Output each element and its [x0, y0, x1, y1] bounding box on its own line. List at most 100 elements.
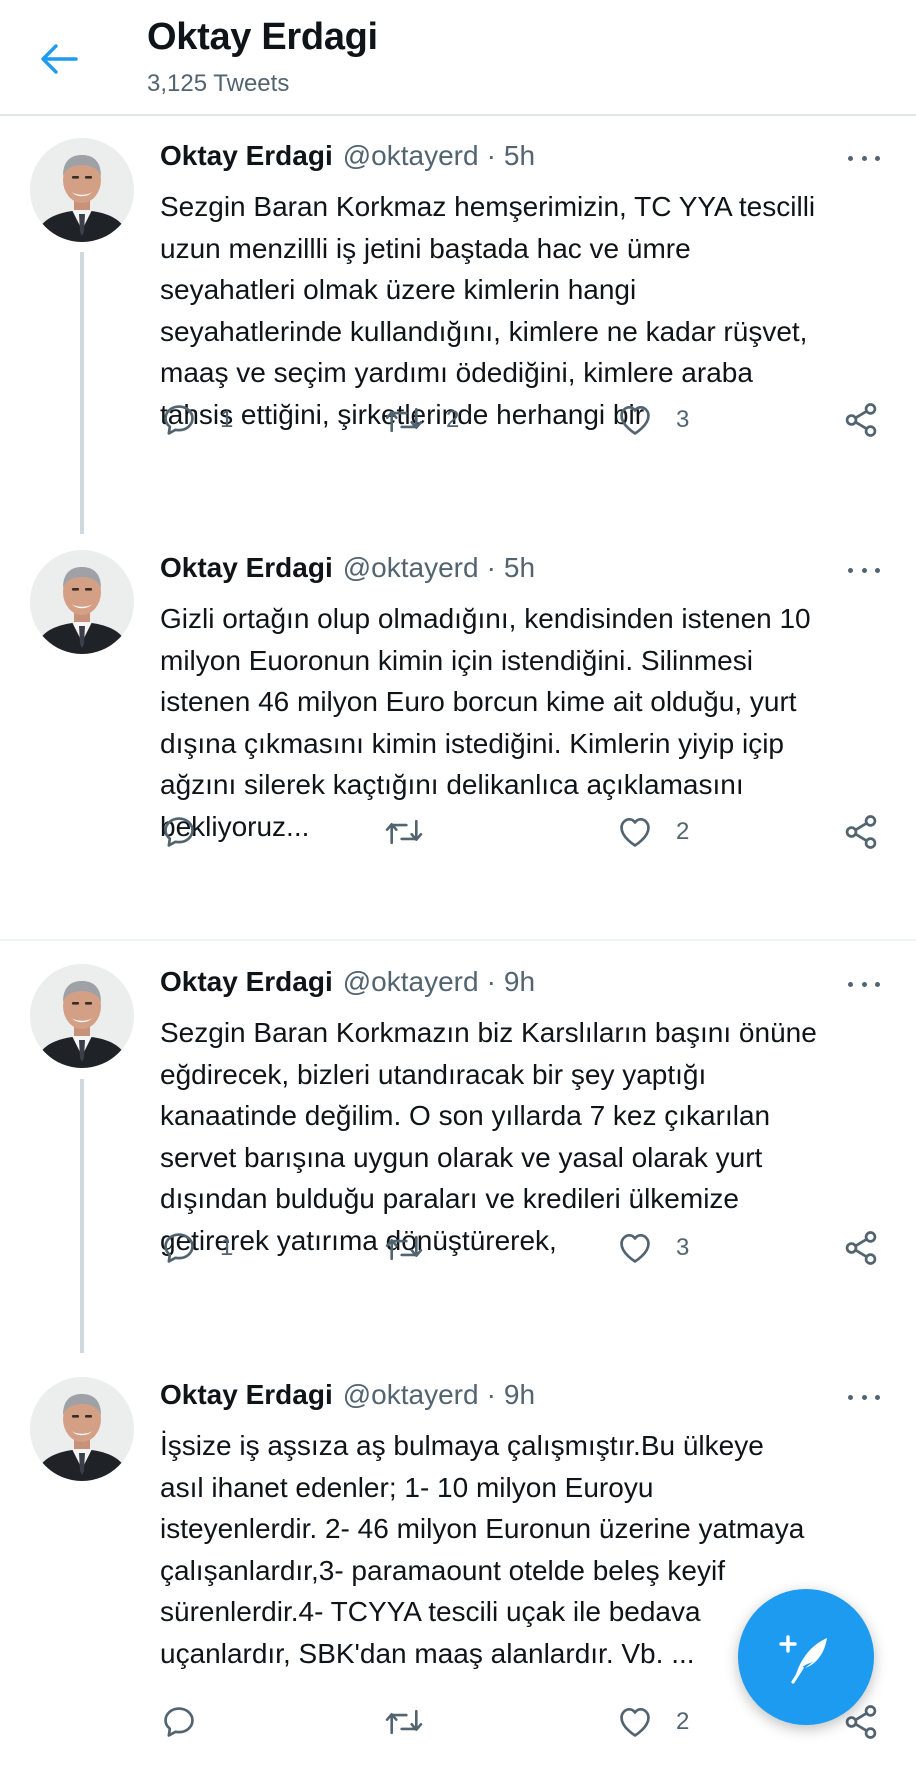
reply-icon	[164, 1707, 194, 1737]
tweet-time[interactable]: 9h	[504, 1379, 535, 1411]
thread-line	[80, 252, 84, 534]
share-icon	[845, 1231, 877, 1265]
text-line: uzun menzillli iş jetini baştada hac ve …	[160, 232, 691, 264]
author-handle[interactable]: @oktayerd	[343, 1379, 479, 1411]
reply-button[interactable]	[160, 812, 220, 852]
tweet-count: 3,125 Tweets	[147, 70, 290, 97]
heart-icon	[620, 817, 650, 847]
share-button[interactable]	[842, 400, 880, 440]
author-name[interactable]: Oktay Erdagi	[160, 1379, 333, 1411]
avatar[interactable]	[30, 138, 134, 242]
more-options-icon[interactable]	[844, 560, 884, 580]
text-line: Sezgin Baran Korkmazın biz Karslıların b…	[160, 1017, 817, 1048]
heart-icon	[620, 405, 650, 435]
tweet-text: Gizli ortağın olup olmadığını, kendisind…	[160, 598, 900, 847]
text-line: eğdirecek, bizleri utandıracak bir şey y…	[160, 1058, 707, 1090]
author-handle[interactable]: @oktayerd	[343, 552, 479, 584]
profile-name: Oktay Erdagi	[147, 16, 378, 58]
profile-photo	[30, 964, 134, 1068]
author-name[interactable]: Oktay Erdagi	[160, 552, 333, 584]
text-line: kanaatinde değilim. O son yıllarda 7 kez…	[160, 1100, 771, 1131]
text-line: seyahatleri olmak üzere kimlerin hangi	[160, 274, 637, 305]
retweet-button[interactable]	[384, 1228, 446, 1268]
separator-dot: ·	[486, 140, 496, 171]
compose-feather-icon	[779, 1635, 827, 1684]
text-line: ağzını silerek kaçtığını delikanlıca açı…	[160, 769, 744, 800]
author-name[interactable]: Oktay Erdagi	[160, 140, 333, 172]
retweet-button[interactable]: 2	[384, 400, 459, 440]
share-button[interactable]	[842, 1228, 880, 1268]
text-line: istenen 46 milyon Euro borcun kime ait o…	[160, 686, 797, 717]
text-line: servet barışına uygun olarak ve yasal ol…	[160, 1141, 763, 1173]
text-line: asıl ihanet edenler; 1- 10 milyon Euroyu	[160, 1471, 654, 1503]
text-line: getirerek yatırıma dönüştürerek,	[160, 1224, 557, 1256]
text-line: isteyenlerdir. 2- 46 milyon Euronun üzer…	[160, 1513, 805, 1544]
like-button[interactable]: 2	[616, 812, 689, 852]
tweet-time[interactable]: 9h	[504, 966, 535, 998]
profile-photo	[30, 550, 134, 654]
author-handle[interactable]: @oktayerd	[343, 966, 479, 998]
heart-icon	[620, 1233, 650, 1263]
retweet-icon	[385, 1709, 423, 1735]
reply-button[interactable]: 1	[160, 400, 233, 440]
separator-dot: ·	[486, 966, 496, 997]
text-line: seyahatlerinde kullandığını, kimlere ne …	[160, 315, 808, 347]
heart-icon	[620, 1707, 650, 1737]
share-icon	[845, 815, 877, 849]
like-count: 2	[676, 1708, 690, 1735]
reply-icon	[164, 405, 194, 435]
profile-photo	[30, 1377, 134, 1481]
profile-header: Oktay Erdagi 3,125 Tweets	[0, 0, 916, 116]
like-count: 3	[676, 406, 690, 433]
text-line: bekliyoruz...	[160, 810, 310, 842]
reply-button[interactable]: 1	[160, 1228, 233, 1268]
text-line: çalışanlardır,3- paramaount otelde beleş…	[160, 1554, 725, 1586]
tweet[interactable]: Oktay Erdagi @oktayerd · 9h Sezgin Baran…	[0, 941, 916, 1353]
retweet-icon	[385, 407, 423, 433]
back-button[interactable]	[36, 36, 82, 82]
author-handle[interactable]: @oktayerd	[343, 140, 479, 172]
arrow-left-icon	[41, 44, 78, 74]
tweet[interactable]: Oktay Erdagi @oktayerd · 5h Gizli ortağı…	[0, 536, 916, 939]
more-options-icon[interactable]	[844, 148, 884, 168]
text-line: tahsis ettiğini, şirketlerinde herhangi …	[160, 398, 645, 430]
reply-icon	[164, 817, 194, 847]
reply-icon	[164, 1233, 194, 1263]
retweet-icon	[385, 1235, 423, 1261]
retweet-button[interactable]	[384, 812, 446, 852]
reply-count: 1	[220, 1234, 234, 1261]
more-options-icon[interactable]	[844, 974, 884, 994]
avatar[interactable]	[30, 550, 134, 654]
like-count: 3	[676, 1234, 690, 1261]
separator-dot: ·	[486, 552, 496, 583]
tweet-time[interactable]: 5h	[504, 552, 535, 584]
like-button[interactable]: 3	[616, 400, 689, 440]
avatar[interactable]	[30, 964, 134, 1068]
like-button[interactable]: 3	[616, 1228, 689, 1268]
more-options-icon[interactable]	[844, 1387, 884, 1407]
avatar[interactable]	[30, 1377, 134, 1481]
retweet-button[interactable]	[384, 1702, 446, 1742]
thread-line	[80, 1079, 84, 1353]
reply-count: 1	[220, 406, 234, 433]
profile-photo	[30, 138, 134, 242]
text-line: Gizli ortağın olup olmadığını, kendisind…	[160, 603, 811, 634]
share-icon	[845, 403, 877, 437]
reply-button[interactable]	[160, 1702, 220, 1742]
compose-tweet-button[interactable]	[738, 1589, 874, 1725]
text-line: Sezgin Baran Korkmaz hemşerimizin, TC YY…	[160, 191, 816, 222]
text-line: dışına çıkmasını kimin istediğini. Kimle…	[160, 727, 784, 759]
tweet-time[interactable]: 5h	[504, 140, 535, 172]
retweet-count: 2	[446, 406, 460, 433]
retweet-icon	[385, 819, 423, 845]
share-button[interactable]	[842, 812, 880, 852]
tweet-text: Sezgin Baran Korkmazın biz Karslıların b…	[160, 1012, 900, 1261]
like-count: 2	[676, 818, 690, 845]
like-button[interactable]: 2	[616, 1702, 689, 1742]
separator-dot: ·	[486, 1379, 496, 1410]
author-name[interactable]: Oktay Erdagi	[160, 966, 333, 998]
tweet-text: Sezgin Baran Korkmaz hemşerimizin, TC YY…	[160, 186, 900, 435]
text-line: milyon Euoronun kimin için istendiğini. …	[160, 644, 753, 676]
tweet[interactable]: Oktay Erdagi @oktayerd · 5h Sezgin Baran…	[0, 118, 916, 536]
text-line: dışından bulduğu paraları ve kredileri ü…	[160, 1183, 739, 1214]
